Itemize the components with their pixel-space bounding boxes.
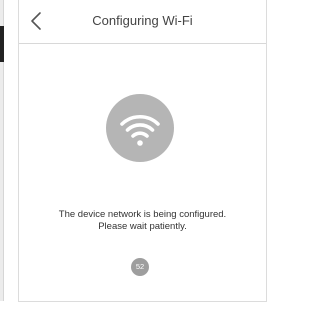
countdown-badge: 52 bbox=[131, 258, 149, 276]
chevron-left-icon bbox=[31, 12, 41, 30]
back-button[interactable] bbox=[27, 10, 47, 32]
page-title: Configuring Wi-Fi bbox=[92, 13, 193, 28]
wifi-icon bbox=[120, 114, 160, 146]
header-bar: Configuring Wi-Fi bbox=[19, 0, 266, 43]
app-screen: Configuring Wi-Fi The device network is … bbox=[18, 0, 267, 302]
status-message-line2: Please wait patiently. bbox=[98, 221, 187, 232]
adjacent-screen-mark bbox=[0, 26, 4, 62]
status-message-line1: The device network is being configured. bbox=[58, 209, 227, 220]
wifi-status-circle bbox=[106, 94, 174, 162]
header-divider bbox=[19, 43, 266, 44]
